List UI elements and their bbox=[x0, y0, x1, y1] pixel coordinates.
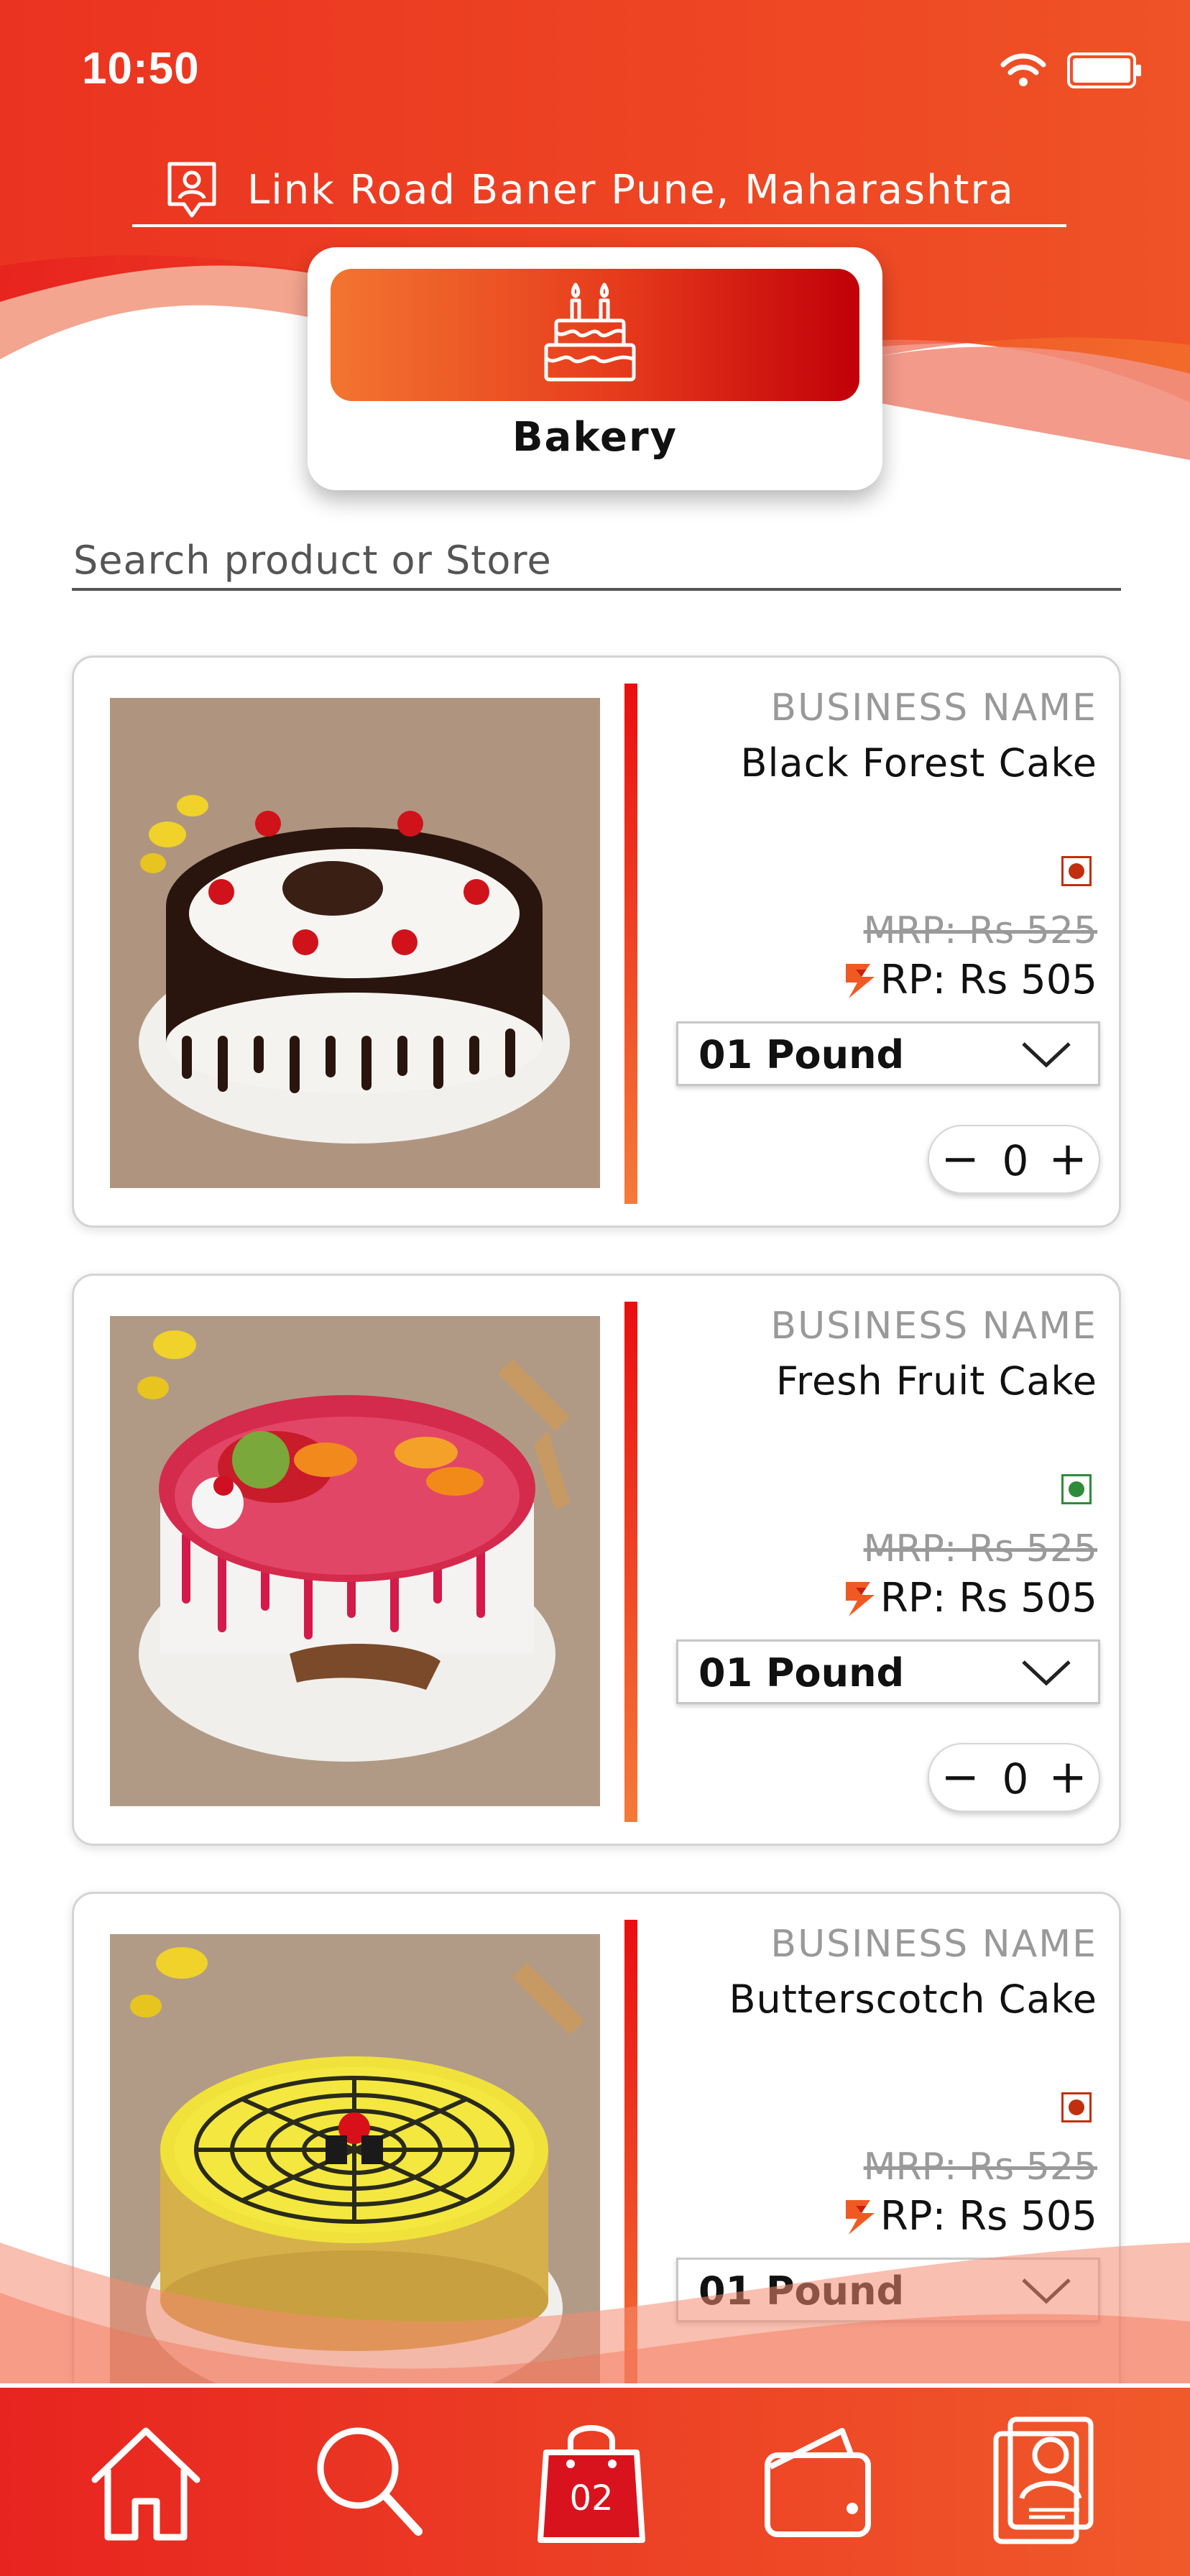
product-card-fresh-fruit[interactable]: BUSINESS NAME Fresh Fruit Cake MRP: Rs 5… bbox=[72, 1274, 1121, 1846]
chevron-down-icon bbox=[1022, 1660, 1071, 1686]
category-card[interactable]: Bakery bbox=[308, 247, 882, 490]
product-name: Fresh Fruit Cake bbox=[775, 1358, 1097, 1404]
decrement-button[interactable]: − bbox=[935, 1752, 985, 1806]
location-address: Link Road Baner Pune, Maharashtra bbox=[247, 166, 1015, 213]
discount-tag-icon bbox=[845, 1581, 875, 1616]
nav-wallet[interactable] bbox=[756, 2409, 878, 2553]
product-image[interactable] bbox=[110, 1316, 600, 1806]
quantity-value: 0 bbox=[1002, 1754, 1029, 1803]
product-mrp: MRP: Rs 525 bbox=[863, 2145, 1097, 2189]
bottom-navigation: 02 bbox=[0, 2393, 1190, 2576]
status-time: 10:50 bbox=[82, 44, 200, 93]
location-pin-icon bbox=[167, 162, 216, 218]
product-mrp: MRP: Rs 525 bbox=[863, 1527, 1097, 1570]
quantity-stepper[interactable]: − 0 + bbox=[928, 1743, 1100, 1812]
nav-cart[interactable]: 02 bbox=[530, 2409, 652, 2553]
nav-search[interactable] bbox=[309, 2409, 431, 2553]
card-accent-bar bbox=[624, 1302, 637, 1822]
decrement-button[interactable]: − bbox=[935, 1133, 985, 1188]
business-name: BUSINESS NAME bbox=[770, 1305, 1097, 1348]
chevron-down-icon bbox=[1022, 1042, 1071, 1068]
category-label: Bakery bbox=[512, 414, 678, 461]
cart-count-badge: 02 bbox=[569, 2478, 614, 2518]
increment-button[interactable]: + bbox=[1043, 1752, 1093, 1806]
weight-select-value: 01 Pound bbox=[698, 1650, 905, 1696]
wifi-icon bbox=[1000, 53, 1046, 86]
business-name: BUSINESS NAME bbox=[770, 686, 1097, 730]
wallet-icon bbox=[765, 2428, 871, 2537]
quantity-stepper[interactable]: − 0 + bbox=[928, 1125, 1100, 1194]
location-selector[interactable]: Link Road Baner Pune, Maharashtra bbox=[132, 155, 1066, 227]
product-image[interactable] bbox=[110, 698, 600, 1188]
weight-select[interactable]: 01 Pound bbox=[676, 1021, 1100, 1086]
search-icon bbox=[317, 2427, 423, 2536]
non-veg-indicator-icon bbox=[1061, 2092, 1092, 2122]
product-card-black-forest[interactable]: BUSINESS NAME Black Forest Cake MRP: Rs … bbox=[72, 656, 1121, 1228]
search-placeholder: Search product or Store bbox=[73, 538, 552, 583]
status-bar: 10:50 bbox=[0, 0, 1190, 144]
product-name: Black Forest Cake bbox=[740, 740, 1097, 786]
veg-indicator-icon bbox=[1061, 1474, 1092, 1504]
search-input[interactable]: Search product or Store bbox=[72, 532, 1121, 591]
card-accent-bar bbox=[624, 684, 637, 1204]
birthday-cake-icon bbox=[544, 282, 636, 382]
product-rp: RP: Rs 505 bbox=[841, 957, 1097, 1003]
profile-icon bbox=[993, 2416, 1094, 2544]
nav-profile[interactable] bbox=[979, 2409, 1101, 2553]
quantity-value: 0 bbox=[1002, 1136, 1029, 1185]
increment-button[interactable]: + bbox=[1043, 1133, 1093, 1188]
product-rp-value: RP: Rs 505 bbox=[880, 957, 1097, 1003]
home-icon bbox=[91, 2427, 200, 2541]
product-rp-value: RP: Rs 505 bbox=[880, 1575, 1097, 1622]
product-rp: RP: Rs 505 bbox=[841, 1575, 1097, 1622]
weight-select[interactable]: 01 Pound bbox=[676, 1639, 1100, 1704]
product-name: Butterscotch Cake bbox=[729, 1977, 1097, 2022]
battery-icon bbox=[1067, 52, 1141, 88]
business-name: BUSINESS NAME bbox=[770, 1923, 1097, 1966]
nav-home[interactable] bbox=[85, 2409, 207, 2553]
non-veg-indicator-icon bbox=[1061, 856, 1092, 886]
discount-tag-icon bbox=[845, 963, 875, 998]
weight-select-value: 01 Pound bbox=[698, 1032, 905, 1077]
product-mrp: MRP: Rs 525 bbox=[863, 909, 1097, 952]
